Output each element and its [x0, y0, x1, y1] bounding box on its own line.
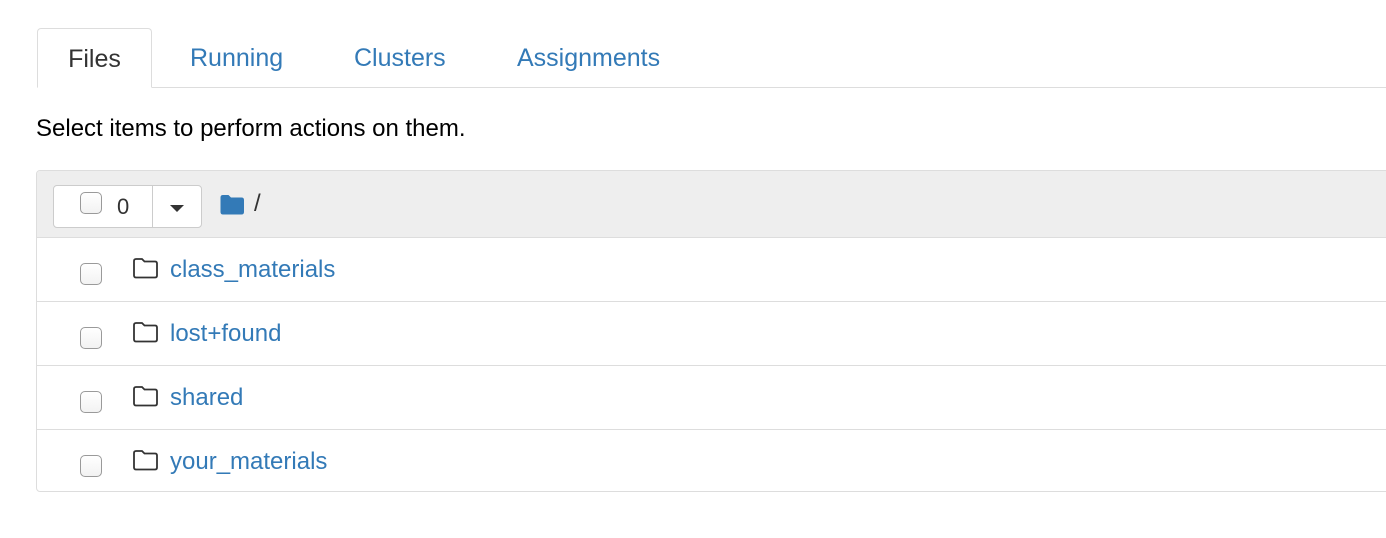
instruction-text: Select items to perform actions on them.: [36, 115, 466, 142]
selected-count: 0: [117, 194, 130, 219]
folder-outline-icon: [132, 449, 159, 471]
item-checkbox[interactable]: [80, 263, 102, 285]
tab-files[interactable]: Files: [37, 28, 152, 88]
tab-clusters[interactable]: Clusters: [354, 28, 446, 87]
select-all-checkbox[interactable]: [80, 192, 102, 214]
list-item: your_materials: [37, 430, 1386, 491]
item-checkbox[interactable]: [80, 391, 102, 413]
tab-assignments[interactable]: Assignments: [517, 28, 660, 87]
select-dropdown-button[interactable]: [153, 186, 201, 227]
item-name-link[interactable]: your_materials: [170, 447, 327, 477]
file-browser-page: Files Running Clusters Assignments Selec…: [0, 0, 1386, 538]
item-name-link[interactable]: lost+found: [170, 319, 281, 349]
caret-down-icon: [170, 205, 184, 212]
list-item: lost+found: [37, 302, 1386, 366]
list-item: shared: [37, 366, 1386, 430]
folder-outline-icon: [132, 385, 159, 407]
tab-running[interactable]: Running: [190, 28, 283, 87]
select-all-button[interactable]: 0: [54, 186, 153, 227]
breadcrumb-root[interactable]: /: [254, 191, 261, 217]
file-list: 0 / class_materials lost+found shared yo…: [36, 170, 1386, 492]
item-checkbox[interactable]: [80, 327, 102, 349]
tab-bar: Files Running Clusters Assignments: [37, 28, 1386, 88]
select-control: 0: [53, 185, 202, 228]
folder-icon: [219, 194, 245, 215]
item-checkbox[interactable]: [80, 455, 102, 477]
folder-outline-icon: [132, 257, 159, 279]
list-item: class_materials: [37, 238, 1386, 302]
item-name-link[interactable]: class_materials: [170, 255, 335, 285]
file-list-header: 0 /: [37, 171, 1386, 238]
breadcrumb[interactable]: /: [219, 191, 261, 217]
folder-outline-icon: [132, 321, 159, 343]
item-name-link[interactable]: shared: [170, 383, 243, 413]
